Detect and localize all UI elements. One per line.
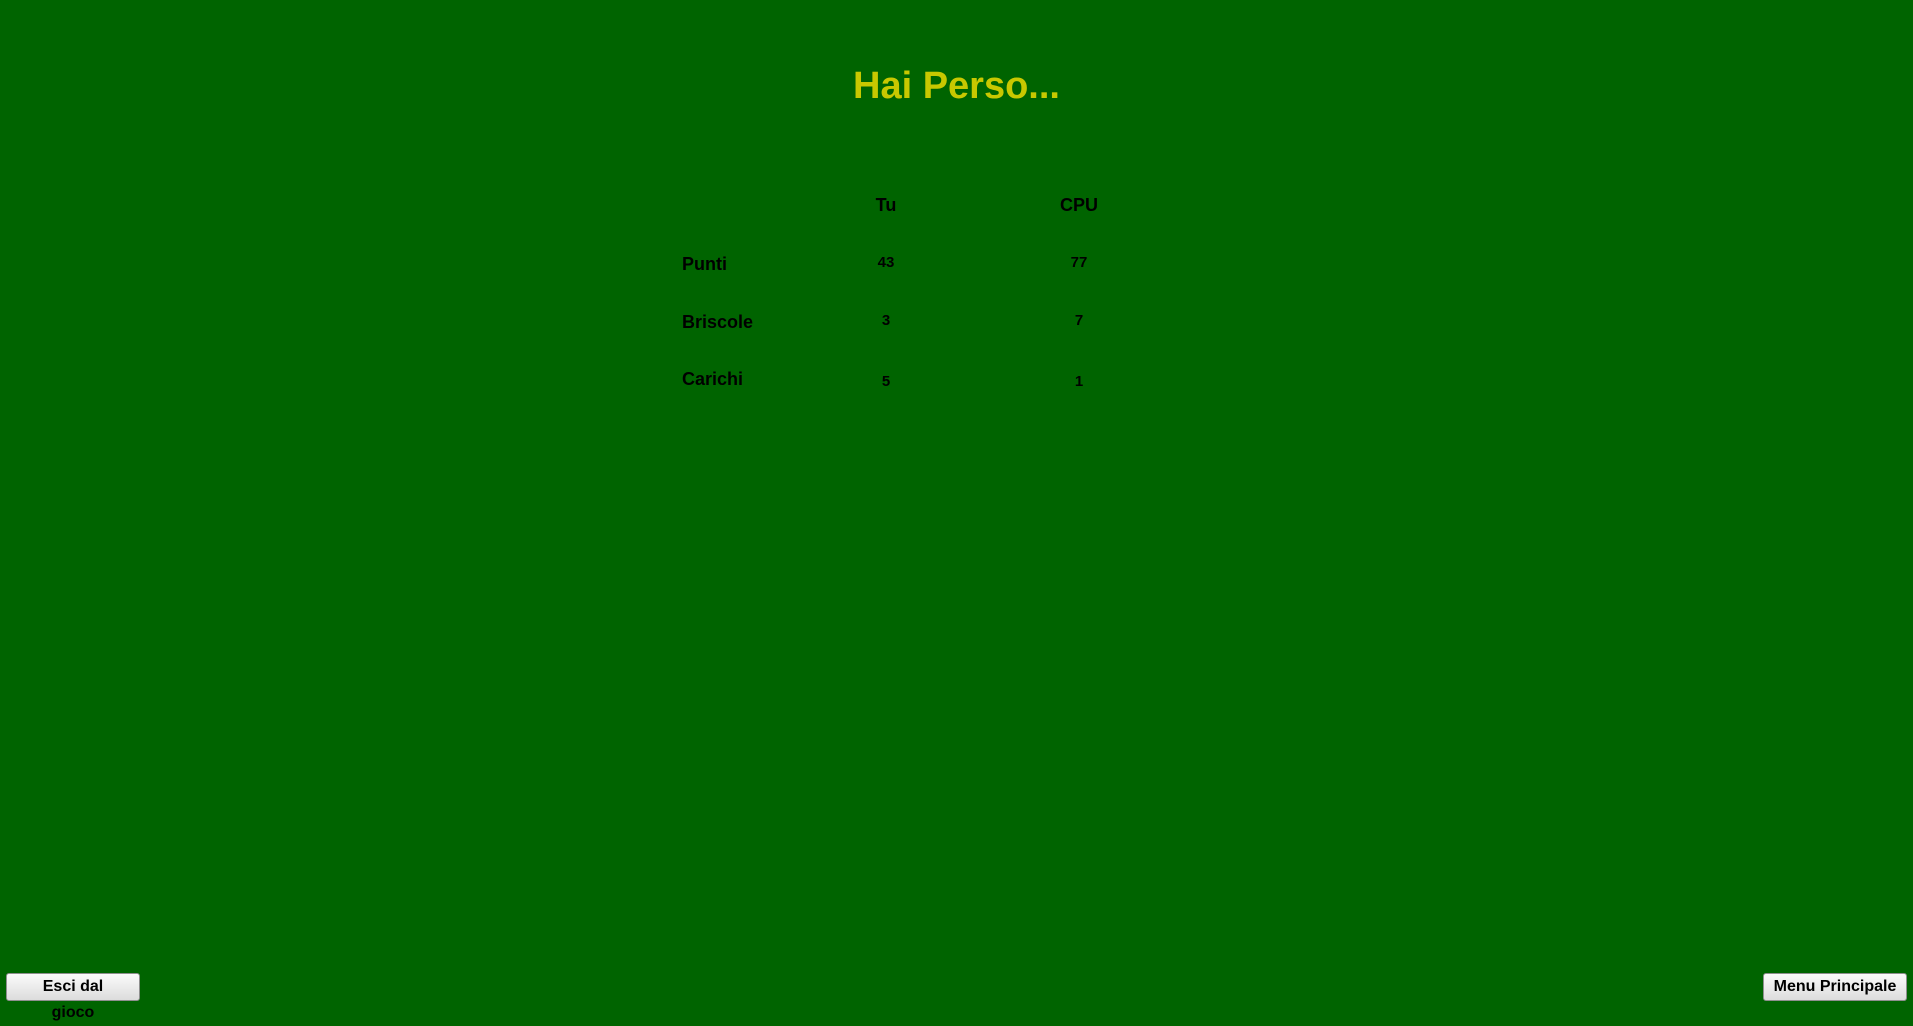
score-you-carichi: 5 [881, 373, 891, 390]
row-label-carichi: Carichi [682, 369, 744, 389]
score-you-punti: 43 [877, 254, 895, 271]
main-menu-button[interactable]: Menu Principale [1763, 973, 1907, 1001]
row-label-briscole: Briscole [682, 312, 754, 332]
row-label-punti: Punti [682, 254, 727, 274]
column-header-cpu: CPU [1059, 195, 1099, 215]
column-header-you: Tu [875, 195, 897, 215]
exit-game-button[interactable]: Esci dal gioco [6, 973, 140, 1021]
score-cpu-punti: 77 [1070, 254, 1088, 271]
score-you-briscole: 3 [881, 312, 891, 329]
score-cpu-carichi: 1 [1074, 373, 1084, 390]
score-cpu-briscole: 7 [1074, 312, 1084, 329]
result-title: Hai Perso... [853, 65, 1060, 107]
